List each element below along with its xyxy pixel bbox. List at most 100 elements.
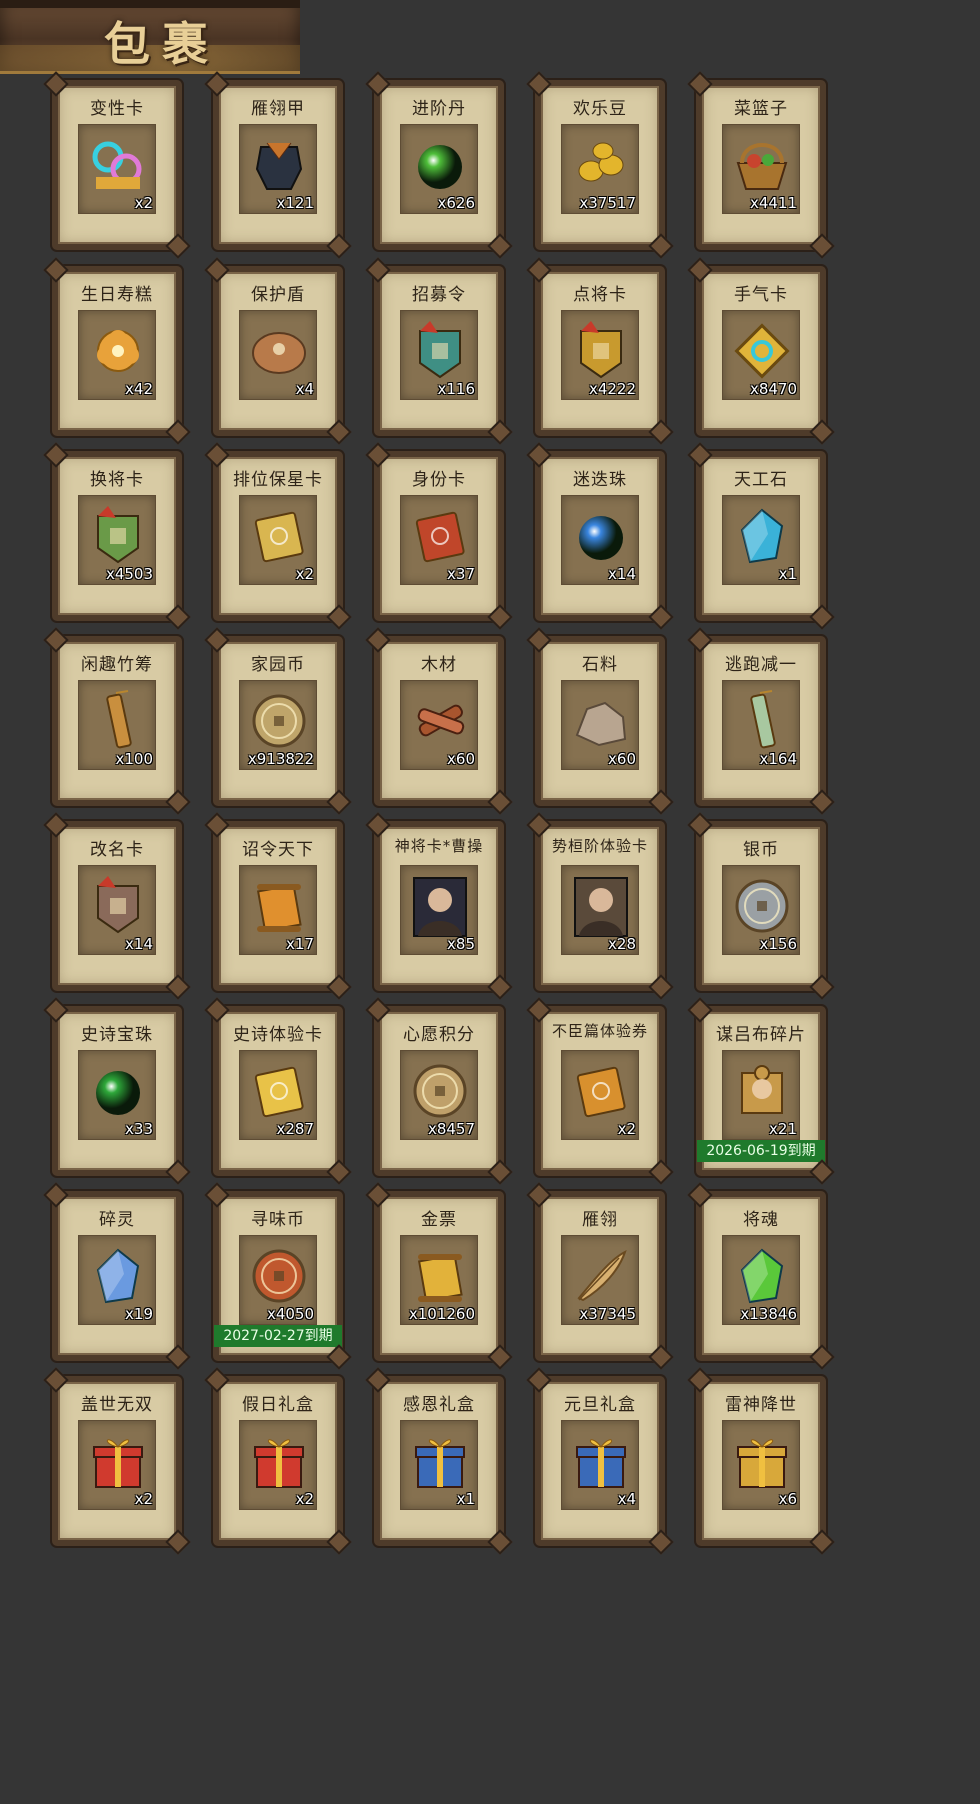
inventory-item-card[interactable]: 木材 x60	[374, 636, 504, 806]
inventory-item-card[interactable]: 金票 x101260	[374, 1191, 504, 1361]
escape-pendant-icon	[750, 690, 776, 749]
item-quantity: x14	[608, 565, 636, 583]
item-icon-frame: x116	[400, 310, 478, 400]
item-name: 迷迭珠	[573, 470, 627, 490]
inventory-item-card[interactable]: 将魂 x13846	[696, 1191, 826, 1361]
inventory-item-card[interactable]: 家园币 x913822	[213, 636, 343, 806]
item-quantity: x913822	[247, 750, 314, 768]
inventory-item-card[interactable]: 谋吕布碎片 x21 2026-06-19到期	[696, 1006, 826, 1176]
inventory-item-card[interactable]: 闲趣竹筹 x100	[52, 636, 182, 806]
inventory-item-card[interactable]: 史诗体验卡 x287	[213, 1006, 343, 1176]
inventory-item-card[interactable]: 寻味币 x4050 2027-02-27到期	[213, 1191, 343, 1361]
inventory-item-card[interactable]: 史诗宝珠 x33	[52, 1006, 182, 1176]
inventory-item-card[interactable]: 感恩礼盒 x1	[374, 1376, 504, 1546]
item-quantity: x4222	[588, 380, 636, 398]
green-epic-orb-icon	[96, 1071, 140, 1115]
item-quantity: x1	[778, 565, 797, 583]
feather-icon	[577, 1250, 627, 1302]
inventory-item-card[interactable]: 变性卡 x2	[52, 80, 182, 250]
item-name: 盖世无双	[81, 1395, 153, 1415]
inventory-item-card[interactable]: 雁翎 x37345	[535, 1191, 665, 1361]
inventory-item-card[interactable]: 生日寿糕 x42	[52, 266, 182, 436]
blue-orb-icon	[579, 516, 623, 560]
inventory-item-card[interactable]: 不臣篇体验券 x2	[535, 1006, 665, 1176]
silver-coins-icon	[735, 879, 789, 933]
inventory-item-card[interactable]: 手气卡 x8470	[696, 266, 826, 436]
inventory-item-card[interactable]: 盖世无双 x2	[52, 1376, 182, 1546]
item-icon-frame: x37517	[561, 124, 639, 214]
item-quantity: x2	[617, 1120, 636, 1138]
item-expiry-badge: 2026-06-19到期	[697, 1140, 825, 1162]
inventory-item-card[interactable]: 进阶丹 x626	[374, 80, 504, 250]
lu-bu-fragment-icon	[741, 1065, 783, 1114]
inventory-item-card[interactable]: 换将卡 x4503	[52, 451, 182, 621]
inventory-item-card[interactable]: 欢乐豆 x37517	[535, 80, 665, 250]
inventory-item-card[interactable]: 逃跑减一 x164	[696, 636, 826, 806]
item-quantity: x21	[769, 1120, 797, 1138]
inventory-item-card[interactable]: 点将卡 x4222	[535, 266, 665, 436]
inventory-item-card[interactable]: 势桓阶体验卡 x28	[535, 821, 665, 991]
item-name: 雁翎	[582, 1210, 618, 1230]
item-expiry-badge: 2027-02-27到期	[214, 1325, 342, 1347]
inventory-item-card[interactable]: 元旦礼盒 x4	[535, 1376, 665, 1546]
item-icon-frame: x287	[239, 1050, 317, 1140]
item-name: 招募令	[412, 285, 466, 305]
item-icon-frame: x8457	[400, 1050, 478, 1140]
gender-swap-card-icon	[92, 141, 142, 189]
item-name: 史诗宝珠	[81, 1025, 153, 1045]
rename-card-icon	[97, 876, 139, 934]
gold-gift-box-icon	[737, 1439, 787, 1488]
item-icon-frame: x17	[239, 865, 317, 955]
item-quantity: x19	[125, 1305, 153, 1323]
item-name: 逃跑减一	[725, 655, 797, 675]
armor-icon	[255, 142, 303, 190]
item-quantity: x4	[295, 380, 314, 398]
inventory-item-card[interactable]: 假日礼盒 x2	[213, 1376, 343, 1546]
item-quantity: x8470	[749, 380, 797, 398]
inventory-item-card[interactable]: 心愿积分 x8457	[374, 1006, 504, 1176]
item-name: 金票	[421, 1210, 457, 1230]
recruit-token-icon	[419, 321, 461, 379]
inventory-item-card[interactable]: 招募令 x116	[374, 266, 504, 436]
item-quantity: x4050	[266, 1305, 314, 1323]
item-icon-frame: x37345	[561, 1235, 639, 1325]
inventory-item-card[interactable]: 碎灵 x19	[52, 1191, 182, 1361]
item-quantity: x4	[617, 1490, 636, 1508]
item-icon-frame: x164	[722, 680, 800, 770]
inventory-item-card[interactable]: 菜篮子 x4411	[696, 80, 826, 250]
inventory-item-card[interactable]: 诏令天下 x17	[213, 821, 343, 991]
green-pill-icon	[418, 145, 462, 189]
item-name: 银币	[743, 840, 779, 860]
item-icon-frame: x913822	[239, 680, 317, 770]
item-name: 闲趣竹筹	[81, 655, 153, 675]
item-icon-frame: x28	[561, 865, 639, 955]
item-quantity: x33	[125, 1120, 153, 1138]
inventory-item-card[interactable]: 神将卡*曹操 x85	[374, 821, 504, 991]
inventory-item-card[interactable]: 天工石 x1	[696, 451, 826, 621]
inventory-item-card[interactable]: 保护盾 x4	[213, 266, 343, 436]
inventory-item-card[interactable]: 雁翎甲 x121	[213, 80, 343, 250]
item-name: 变性卡	[90, 99, 144, 119]
inventory-item-card[interactable]: 石料 x60	[535, 636, 665, 806]
imperial-edict-icon	[256, 883, 302, 932]
item-quantity: x116	[437, 380, 475, 398]
inventory-item-card[interactable]: 排位保星卡 x2	[213, 451, 343, 621]
inventory-item-card[interactable]: 雷神降世 x6	[696, 1376, 826, 1546]
item-name: 碎灵	[99, 1210, 135, 1230]
inventory-item-card[interactable]: 迷迭珠 x14	[535, 451, 665, 621]
item-name: 换将卡	[90, 470, 144, 490]
item-name: 手气卡	[734, 285, 788, 305]
item-icon-frame: x4	[561, 1420, 639, 1510]
gold-beans-icon	[578, 142, 624, 182]
item-quantity: x28	[608, 935, 636, 953]
item-quantity: x2	[134, 194, 153, 212]
item-icon-frame: x6	[722, 1420, 800, 1510]
item-icon-frame: x2	[561, 1050, 639, 1140]
holiday-gift-box-icon	[254, 1439, 304, 1488]
inventory-item-card[interactable]: 银币 x156	[696, 821, 826, 991]
general-soul-icon	[740, 1248, 784, 1304]
item-icon-frame: x13846	[722, 1235, 800, 1325]
inventory-item-card[interactable]: 身份卡 x37	[374, 451, 504, 621]
inventory-item-card[interactable]: 改名卡 x14	[52, 821, 182, 991]
item-quantity: x42	[125, 380, 153, 398]
